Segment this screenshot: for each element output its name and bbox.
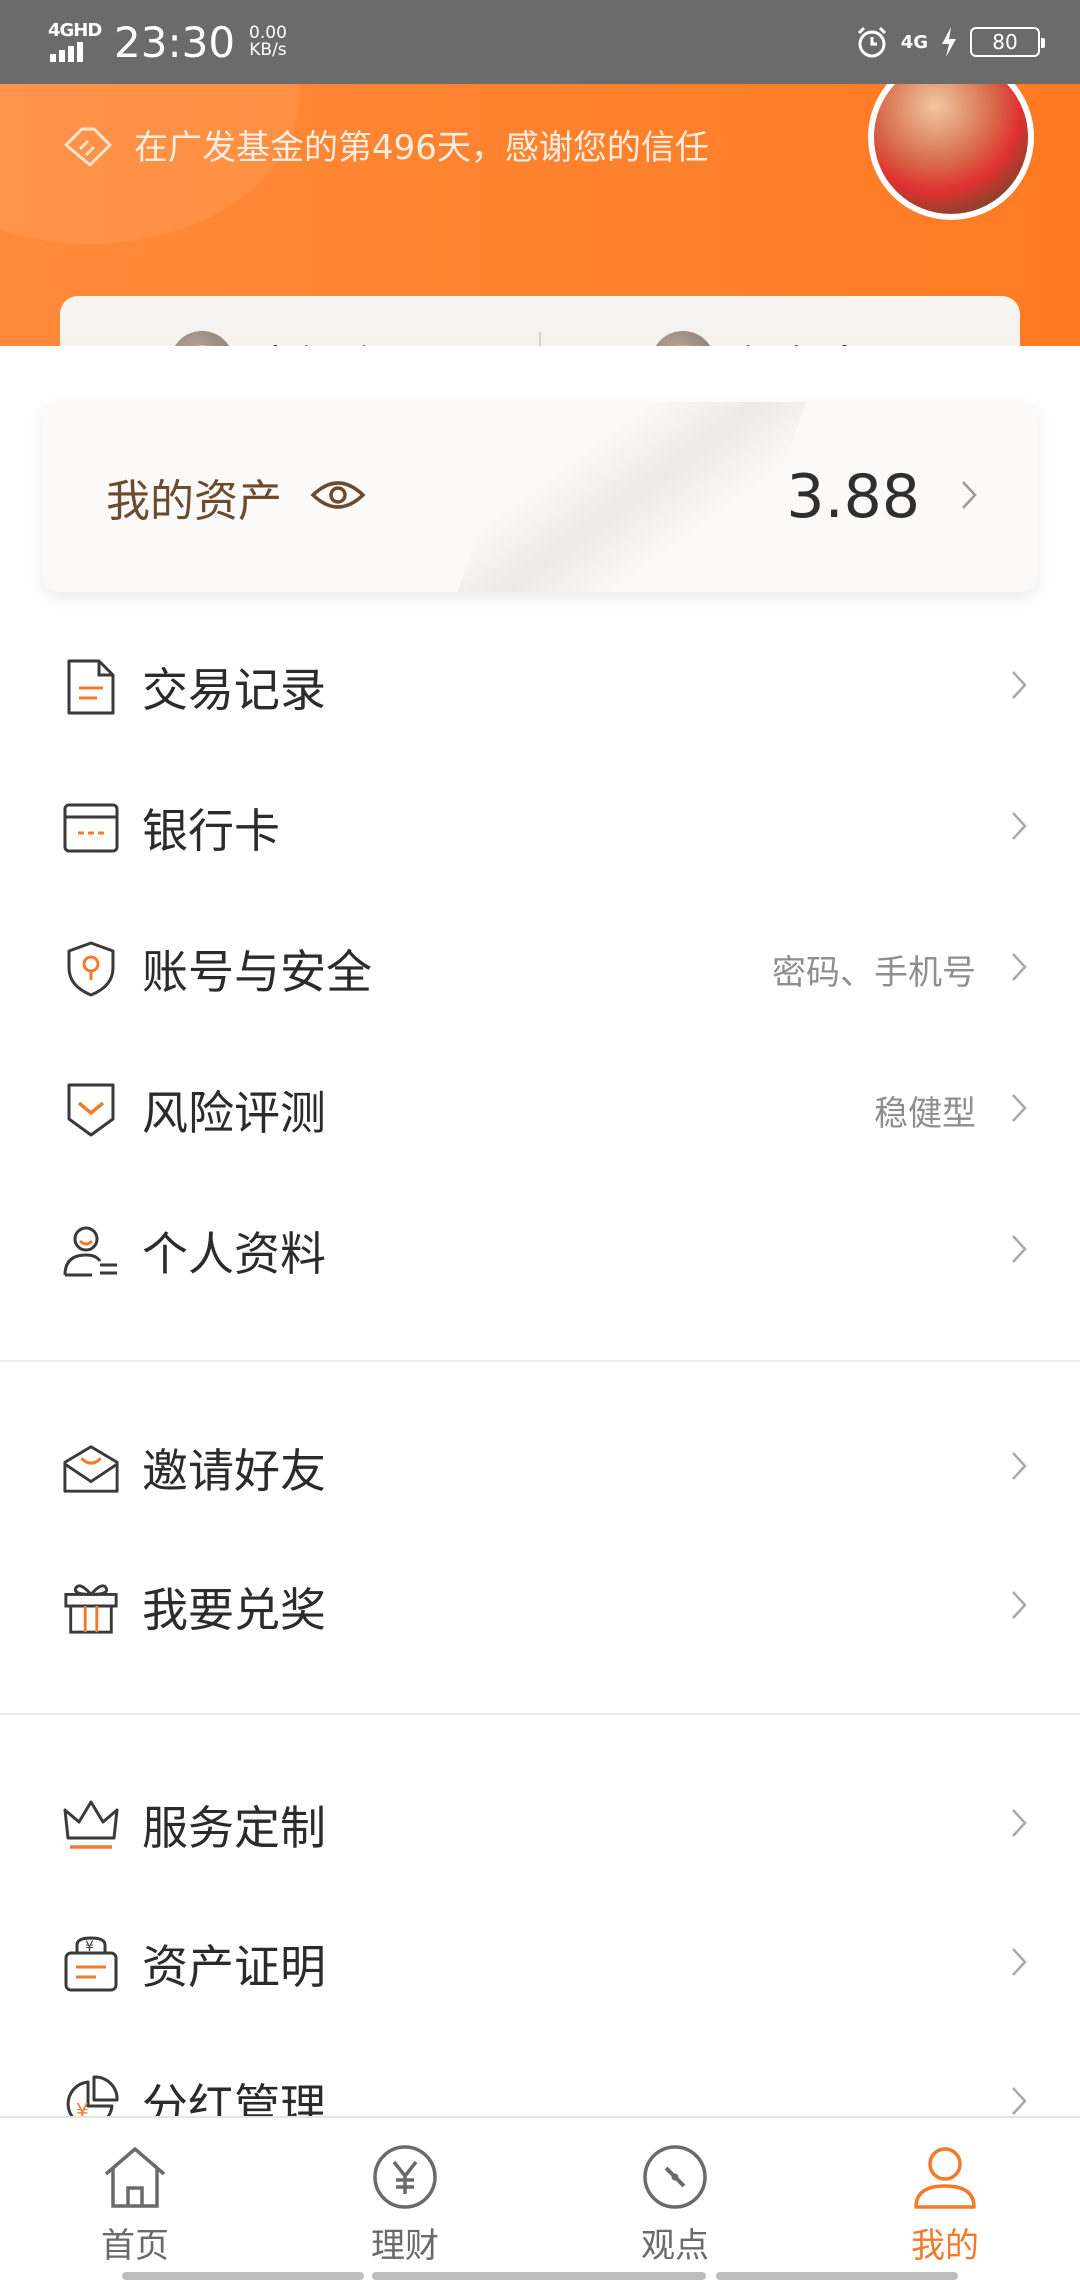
member-level-label: 青铜会员 (254, 331, 430, 346)
chevron-right-icon (960, 479, 978, 515)
section-divider (0, 1713, 1080, 1715)
gesture-bar (0, 2272, 1080, 2280)
chevron-right-icon (1010, 1092, 1028, 1128)
bronze-medal-icon (169, 331, 234, 346)
menu-item-subtitle: 稳健型 (874, 1093, 976, 1134)
nav-tab-mine[interactable]: 我的 (810, 2118, 1080, 2280)
chevron-right-icon (1010, 1233, 1028, 1269)
task-center-button[interactable]: 任务中心 (541, 331, 1020, 346)
chevron-right-icon (1010, 1807, 1028, 1843)
home-icon (104, 2147, 166, 2208)
menu-item-redeem-prize[interactable]: 我要兑奖 (0, 1552, 1080, 1662)
menu-item-bank-card[interactable]: 银行卡 (0, 773, 1080, 883)
yen-icon (373, 2145, 437, 2209)
chevron-right-icon (1010, 1946, 1028, 1982)
chevron-right-icon (1010, 1589, 1028, 1625)
menu-item-service-customization[interactable]: 服务定制 (0, 1770, 1080, 1880)
menu-item-subtitle: 密码、手机号 (772, 952, 976, 993)
task-center-label: 任务中心 (735, 331, 911, 346)
welcome-banner: 在广发基金的第496天，感谢您的信任 (62, 120, 709, 169)
invite-envelope-icon (62, 1439, 120, 1497)
chevron-right-icon (1010, 1450, 1028, 1486)
my-assets-card[interactable]: 我的资产 3.88 (42, 402, 1038, 592)
network-type: 4GHD (48, 20, 102, 41)
network-4g-label: 4G (900, 31, 928, 53)
menu-item-personal-profile[interactable]: 个人资料 (0, 1196, 1080, 1306)
svg-text:¥: ¥ (85, 1939, 94, 1955)
menu-item-risk-assessment[interactable]: 风险评测 稳健型 (0, 1055, 1080, 1165)
eye-icon[interactable] (310, 477, 366, 517)
nav-tab-home[interactable]: 首页 (0, 2118, 270, 2280)
network-speed: 0.00 KB/s (249, 23, 287, 60)
alarm-icon (857, 26, 886, 58)
compass-icon (643, 2145, 707, 2209)
document-icon (62, 658, 120, 716)
nav-tab-viewpoint[interactable]: 观点 (540, 2118, 810, 2280)
battery-icon: 80 (970, 27, 1045, 57)
chevron-right-icon (1010, 810, 1028, 846)
crown-icon (62, 1796, 120, 1854)
welcome-text: 在广发基金的第496天，感谢您的信任 (134, 128, 709, 168)
bank-card-icon (62, 799, 120, 857)
charging-icon (942, 27, 956, 57)
member-level-button[interactable]: 青铜会员 (60, 331, 539, 346)
bottom-nav: 首页 理财 观点 我的 (0, 2116, 1080, 2280)
my-assets-label: 我的资产 (106, 476, 282, 527)
handshake-icon (64, 127, 112, 166)
risk-shield-icon (62, 1081, 120, 1139)
clipboard-icon (650, 331, 715, 346)
user-icon (914, 2147, 976, 2209)
my-assets-value: 3.88 (786, 462, 920, 532)
shield-icon (62, 940, 120, 998)
menu-item-account-security[interactable]: 账号与安全 密码、手机号 (0, 914, 1080, 1024)
status-bar: 4GHD 23:30 0.00 KB/s 4G 80 (0, 0, 1080, 84)
profile-icon (62, 1222, 120, 1280)
section-divider (0, 1360, 1080, 1362)
cellular-signal-icon: 4GHD (48, 20, 102, 64)
profile-header: 在广发基金的第496天，感谢您的信任 青铜会员 任务中心 (0, 84, 1080, 346)
avatar[interactable] (868, 84, 1034, 220)
member-card: 青铜会员 任务中心 (60, 296, 1020, 346)
status-time: 23:30 (114, 17, 236, 67)
chevron-right-icon (1010, 669, 1028, 705)
asset-proof-icon: ¥ (62, 1935, 120, 1993)
menu-item-invite-friends[interactable]: 邀请好友 (0, 1413, 1080, 1523)
menu-item-transaction-records[interactable]: 交易记录 (0, 632, 1080, 742)
chevron-right-icon (1010, 951, 1028, 987)
gift-icon (62, 1578, 120, 1636)
nav-tab-wealth[interactable]: 理财 (270, 2118, 540, 2280)
menu-item-asset-certificate[interactable]: ¥ 资产证明 (0, 1909, 1080, 2019)
